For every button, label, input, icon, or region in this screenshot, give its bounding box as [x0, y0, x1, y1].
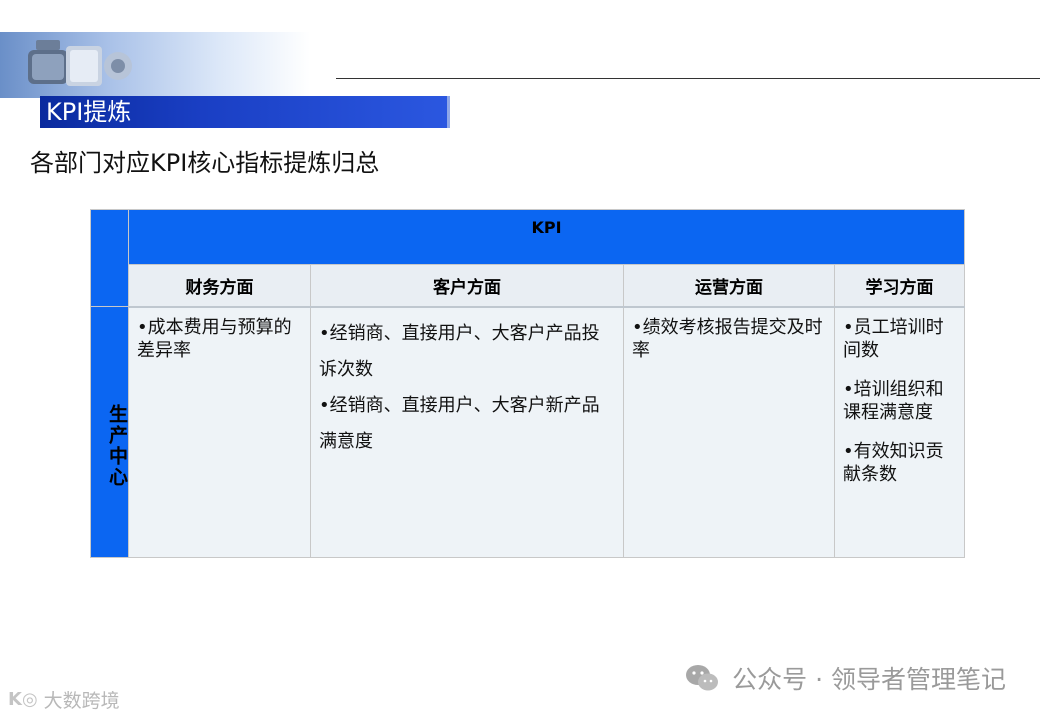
kpi-item: •培训组织和课程满意度 — [843, 378, 944, 423]
kpi-item: •成本费用与预算的差异率 — [137, 316, 292, 361]
logo-mark-icon: K◎ — [8, 689, 38, 710]
header-divider — [336, 78, 1040, 79]
page-title: KPI提炼 — [46, 98, 132, 126]
kpi-item: •员工培训时间数 — [843, 316, 944, 361]
kpi-table: KPI 财务方面 客户方面 运营方面 学习方面 生产中心 •成本费用与预算的差异… — [90, 209, 966, 558]
wechat-watermark: 公众号 · 领导者管理笔记 — [684, 660, 1006, 696]
page-subtitle: 各部门对应KPI核心指标提炼归总 — [30, 149, 380, 177]
kpi-item: •绩效考核报告提交及时率 — [632, 316, 823, 361]
motor-icon — [28, 40, 132, 86]
kpi-item: •经销商、直接用户、大客户产品投诉次数 — [319, 322, 600, 380]
watermark-text: 公众号 · 领导者管理笔记 — [732, 665, 1006, 694]
title-bar: KPI提炼 — [40, 96, 450, 128]
kpi-item: •经销商、直接用户、大客户新产品满意度 — [319, 394, 600, 452]
kpi-header: KPI — [127, 209, 966, 265]
corner-logo-text: 大数跨境 — [43, 690, 120, 712]
cell-customer: •经销商、直接用户、大客户产品投诉次数 •经销商、直接用户、大客户新产品满意度 — [310, 306, 624, 558]
wechat-icon — [686, 665, 719, 691]
row-label-production-center: 生产中心 — [90, 306, 129, 558]
corner-logo: K◎ 大数跨境 — [8, 686, 120, 713]
column-header-learning: 学习方面 — [833, 264, 966, 308]
cell-operations: •绩效考核报告提交及时率 — [623, 306, 835, 558]
kpi-item: •有效知识贡献条数 — [843, 440, 944, 485]
slide: KPI提炼 各部门对应KPI核心指标提炼归总 KPI 财务方面 客户方面 运营方… — [0, 0, 1040, 720]
table-corner — [90, 209, 129, 307]
cell-learning: •员工培训时间数 •培训组织和课程满意度 •有效知识贡献条数 — [833, 306, 966, 558]
column-header-operations: 运营方面 — [623, 264, 835, 308]
column-header-finance: 财务方面 — [128, 264, 311, 308]
cell-finance: •成本费用与预算的差异率 — [128, 306, 311, 558]
column-header-customer: 客户方面 — [310, 264, 624, 308]
header-motor-image — [0, 32, 310, 98]
